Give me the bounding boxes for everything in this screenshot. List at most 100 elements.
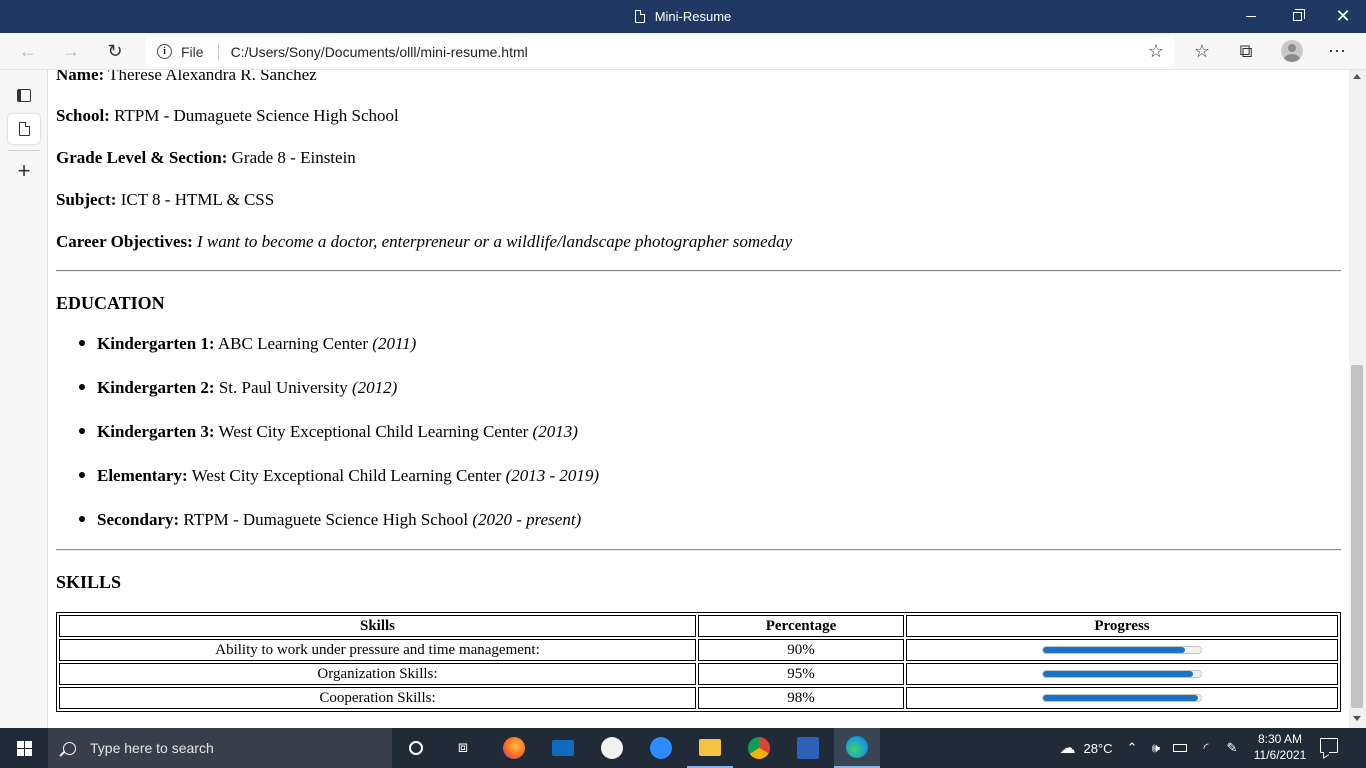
vertical-scrollbar[interactable] bbox=[1349, 70, 1366, 728]
close-icon: ✕ bbox=[1335, 6, 1351, 26]
clock-date: 11/6/2021 bbox=[1253, 748, 1307, 762]
cloud-icon: ☁ bbox=[1059, 740, 1076, 757]
column-header-percentage: Percentage bbox=[698, 615, 904, 637]
subject-label: Subject: bbox=[56, 190, 117, 209]
star-plus-icon[interactable]: ☆ bbox=[1148, 41, 1164, 62]
list-item: Kindergarten 1: ABC Learning Center (201… bbox=[79, 334, 416, 354]
restore-button[interactable] bbox=[1274, 0, 1320, 33]
battery-button[interactable] bbox=[1170, 728, 1190, 768]
app-button-2[interactable] bbox=[785, 728, 831, 768]
scroll-up-icon[interactable] bbox=[1353, 74, 1361, 79]
bullet bbox=[79, 384, 85, 391]
clock-time: 8:30 AM bbox=[1257, 732, 1303, 746]
chrome-button[interactable] bbox=[736, 728, 782, 768]
search-icon bbox=[63, 741, 76, 755]
subject-line: Subject: ICT 8 - HTML & CSS bbox=[56, 190, 274, 210]
document-icon bbox=[634, 10, 645, 23]
collections-icon: ⧉ bbox=[1239, 40, 1253, 61]
education-school: St. Paul University bbox=[218, 378, 348, 397]
browser-toolbar: ← → ↻ i File C:/Users/Sony/Documents/oll… bbox=[0, 33, 1366, 70]
education-years: (2013 - 2019) bbox=[505, 466, 600, 485]
edge-icon bbox=[846, 736, 868, 758]
start-button[interactable] bbox=[0, 728, 48, 768]
task-view-icon: ⧈ bbox=[457, 739, 469, 756]
skill-percentage: 98% bbox=[698, 687, 904, 709]
education-level: Kindergarten 1: bbox=[97, 334, 215, 353]
pen-icon: ✎ bbox=[1226, 740, 1238, 755]
tabs-icon bbox=[17, 88, 31, 102]
file-explorer-button[interactable] bbox=[687, 728, 733, 768]
close-button[interactable]: ✕ bbox=[1320, 0, 1366, 33]
skill-percentage: 90% bbox=[698, 639, 904, 661]
chrome-icon bbox=[748, 737, 770, 759]
zoom-icon bbox=[650, 737, 672, 759]
education-school: RTPM - Dumaguete Science High School bbox=[183, 510, 469, 529]
taskbar: Type here to search ⧈ ☁ 28°C ⌃ 🕪 ◜ ✎ 8:3… bbox=[0, 728, 1366, 768]
education-level: Secondary: bbox=[97, 510, 180, 529]
task-view-button[interactable]: ⧈ bbox=[440, 728, 486, 768]
more-button[interactable]: ⋯ bbox=[1322, 37, 1352, 65]
list-item: Secondary: RTPM - Dumaguete Science High… bbox=[79, 510, 581, 530]
skill-name: Cooperation Skills: bbox=[59, 687, 696, 709]
app-button[interactable] bbox=[589, 728, 635, 768]
grade-label: Grade Level & Section: bbox=[56, 148, 228, 167]
tab-mini-resume[interactable] bbox=[8, 114, 40, 144]
column-header-progress: Progress bbox=[906, 615, 1338, 637]
tab-actions-button[interactable] bbox=[8, 80, 40, 110]
subject-value: ICT 8 - HTML & CSS bbox=[120, 190, 275, 209]
collections-button[interactable]: ⧉ bbox=[1231, 37, 1261, 65]
page-content: Name: Therese Alexandra R. Sanchez Schoo… bbox=[49, 70, 1349, 728]
info-icon[interactable]: i bbox=[157, 44, 172, 59]
firefox-button[interactable] bbox=[491, 728, 537, 768]
zoom-button[interactable] bbox=[638, 728, 684, 768]
minimize-button[interactable] bbox=[1228, 0, 1274, 33]
skill-progress-cell bbox=[906, 663, 1338, 685]
url-text[interactable]: C:/Users/Sony/Documents/olll/mini-resume… bbox=[231, 44, 528, 60]
scroll-thumb[interactable] bbox=[1351, 365, 1363, 708]
address-bar[interactable]: i File C:/Users/Sony/Documents/olll/mini… bbox=[146, 36, 1174, 67]
refresh-button[interactable]: ↻ bbox=[100, 37, 130, 65]
page-icon bbox=[18, 122, 30, 136]
school-value: RTPM - Dumaguete Science High School bbox=[114, 106, 399, 125]
back-button[interactable]: ← bbox=[13, 37, 43, 65]
arrow-left-icon: ← bbox=[19, 40, 37, 61]
list-item: Kindergarten 2: St. Paul University (201… bbox=[79, 378, 397, 398]
cortana-button[interactable] bbox=[393, 728, 439, 768]
education-school: West City Exceptional Child Learning Cen… bbox=[218, 422, 529, 441]
education-level: Kindergarten 3: bbox=[97, 422, 215, 441]
scroll-down-icon[interactable] bbox=[1353, 716, 1361, 721]
education-level: Kindergarten 2: bbox=[97, 378, 215, 397]
rail-divider bbox=[8, 150, 40, 151]
favorites-button[interactable]: ☆ bbox=[1187, 37, 1217, 65]
search-placeholder: Type here to search bbox=[90, 740, 214, 756]
plus-icon: + bbox=[17, 158, 31, 183]
network-button[interactable]: ◜ bbox=[1196, 728, 1216, 768]
name-value: Therese Alexandra R. Sanchez bbox=[108, 70, 317, 84]
mail-button[interactable] bbox=[540, 728, 586, 768]
bullet bbox=[79, 516, 85, 523]
career-value: I want to become a doctor, enterpreneur … bbox=[196, 232, 793, 251]
progress-bar bbox=[1042, 670, 1202, 679]
weather-widget[interactable]: ☁ 28°C bbox=[1046, 728, 1126, 768]
volume-button[interactable]: 🕪 bbox=[1146, 728, 1166, 768]
profile-button[interactable] bbox=[1277, 37, 1307, 65]
new-tab-button[interactable]: + bbox=[8, 156, 40, 186]
bullet bbox=[79, 428, 85, 435]
tray-overflow-button[interactable]: ⌃ bbox=[1124, 728, 1140, 768]
favorites-icon: ☆ bbox=[1193, 40, 1211, 61]
education-school: West City Exceptional Child Learning Cen… bbox=[191, 466, 502, 485]
forward-button[interactable]: → bbox=[56, 37, 86, 65]
education-heading: EDUCATION bbox=[56, 293, 165, 313]
edge-button[interactable] bbox=[834, 728, 880, 768]
minimize-icon bbox=[1246, 16, 1256, 17]
notification-icon[interactable] bbox=[1320, 738, 1338, 753]
taskbar-search[interactable]: Type here to search bbox=[48, 728, 392, 768]
education-years: (2011) bbox=[372, 334, 417, 353]
list-item: Kindergarten 3: West City Exceptional Ch… bbox=[79, 422, 578, 442]
education-level: Elementary: bbox=[97, 466, 188, 485]
pen-button[interactable]: ✎ bbox=[1222, 728, 1242, 768]
clock[interactable]: 8:30 AM 11/6/2021 bbox=[1248, 731, 1312, 763]
arrow-right-icon: → bbox=[62, 40, 80, 61]
skills-heading: SKILLS bbox=[56, 572, 122, 592]
bullet bbox=[79, 340, 85, 347]
